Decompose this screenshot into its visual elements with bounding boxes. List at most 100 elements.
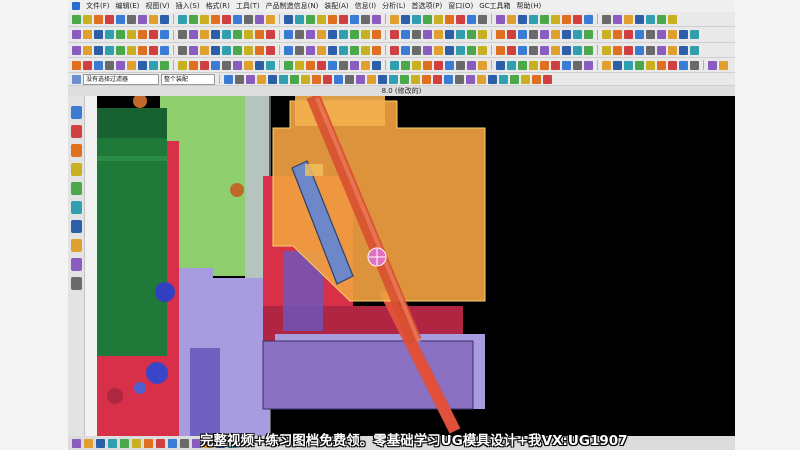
- cad-tool-icon[interactable]: [562, 45, 571, 55]
- cad-tool-icon[interactable]: [306, 14, 315, 24]
- cad-tool-icon[interactable]: [602, 60, 611, 70]
- cad-tool-icon[interactable]: [312, 74, 321, 84]
- cad-tool-icon[interactable]: [657, 14, 666, 24]
- menu-assemblies[interactable]: 装配(A): [324, 1, 348, 11]
- cad-tool-icon[interactable]: [105, 14, 114, 24]
- cad-tool-icon[interactable]: [178, 14, 187, 24]
- cad-tool-icon[interactable]: [160, 45, 169, 55]
- cad-tool-icon[interactable]: [562, 14, 571, 24]
- cad-tool-icon[interactable]: [350, 60, 359, 70]
- cad-tool-icon[interactable]: [532, 74, 541, 84]
- cad-tool-icon[interactable]: [328, 14, 337, 24]
- cad-tool-icon[interactable]: [602, 14, 611, 24]
- cad-tool-icon[interactable]: [478, 14, 487, 24]
- cad-tool-icon[interactable]: [222, 45, 231, 55]
- cad-tool-icon[interactable]: [290, 74, 299, 84]
- cad-tool-icon[interactable]: [105, 30, 114, 39]
- cad-tool-icon[interactable]: [540, 45, 549, 55]
- cad-tool-icon[interactable]: [477, 74, 486, 84]
- cad-tool-icon[interactable]: [529, 30, 538, 39]
- cad-tool-icon[interactable]: [284, 30, 293, 39]
- cad-tool-icon[interactable]: [233, 14, 242, 24]
- cad-tool-icon[interactable]: [422, 74, 431, 84]
- cad-tool-icon[interactable]: [456, 14, 465, 24]
- cad-tool-icon[interactable]: [518, 45, 527, 55]
- cad-tool-icon[interactable]: [339, 45, 348, 55]
- cad-tool-icon[interactable]: [679, 30, 688, 39]
- cad-tool-icon[interactable]: [401, 45, 410, 55]
- cad-tool-icon[interactable]: [301, 74, 310, 84]
- cad-tool-icon[interactable]: [573, 60, 582, 70]
- cad-tool-icon[interactable]: [573, 14, 582, 24]
- cad-tool-icon[interactable]: [284, 14, 293, 24]
- cad-tool-icon[interactable]: [412, 30, 421, 39]
- cad-tool-icon[interactable]: [540, 30, 549, 39]
- cad-tool-icon[interactable]: [189, 14, 198, 24]
- cad-tool-icon[interactable]: [235, 74, 244, 84]
- cad-tool-icon[interactable]: [149, 14, 158, 24]
- cad-tool-icon[interactable]: [401, 30, 410, 39]
- cad-tool-icon[interactable]: [467, 14, 476, 24]
- cad-tool-icon[interactable]: [200, 14, 209, 24]
- cad-tool-icon[interactable]: [456, 30, 465, 39]
- cad-tool-icon[interactable]: [496, 60, 505, 70]
- cad-tool-icon[interactable]: [624, 45, 633, 55]
- cad-tool-icon[interactable]: [529, 60, 538, 70]
- cad-tool-icon[interactable]: [613, 60, 622, 70]
- cad-tool-icon[interactable]: [445, 45, 454, 55]
- cad-tool-icon[interactable]: [540, 14, 549, 24]
- cad-tool-icon[interactable]: [295, 45, 304, 55]
- cad-tool-icon[interactable]: [317, 60, 326, 70]
- cad-tool-icon[interactable]: [279, 74, 288, 84]
- cad-tool-icon[interactable]: [83, 30, 92, 39]
- cad-tool-icon[interactable]: [624, 14, 633, 24]
- cad-tool-icon[interactable]: [562, 30, 571, 39]
- cad-tool-icon[interactable]: [456, 45, 465, 55]
- cad-tool-icon[interactable]: [445, 60, 454, 70]
- cad-tool-icon[interactable]: [690, 45, 699, 55]
- cad-tool-icon[interactable]: [499, 74, 508, 84]
- cad-tool-icon[interactable]: [244, 45, 253, 55]
- cad-tool-icon[interactable]: [378, 74, 387, 84]
- cad-tool-icon[interactable]: [412, 14, 421, 24]
- history-icon[interactable]: [70, 182, 82, 195]
- cad-tool-icon[interactable]: [255, 45, 264, 55]
- cad-tool-icon[interactable]: [200, 60, 209, 70]
- cad-tool-icon[interactable]: [679, 60, 688, 70]
- cad-tool-icon[interactable]: [108, 438, 117, 448]
- cad-tool-icon[interactable]: [96, 438, 105, 448]
- menu-view[interactable]: 视图(V): [145, 1, 169, 11]
- cad-tool-icon[interactable]: [613, 45, 622, 55]
- cad-tool-icon[interactable]: [507, 14, 516, 24]
- menu-preferences[interactable]: 首选项(P): [412, 1, 443, 11]
- cad-tool-icon[interactable]: [401, 14, 410, 24]
- menu-gc-toolkit[interactable]: GC工具箱: [479, 1, 510, 11]
- cad-tool-icon[interactable]: [160, 30, 169, 39]
- cad-tool-icon[interactable]: [613, 30, 622, 39]
- cad-tool-icon[interactable]: [361, 45, 370, 55]
- cad-tool-icon[interactable]: [72, 30, 81, 39]
- cad-tool-icon[interactable]: [488, 74, 497, 84]
- cad-tool-icon[interactable]: [400, 74, 409, 84]
- cad-tool-icon[interactable]: [423, 60, 432, 70]
- cad-tool-icon[interactable]: [412, 45, 421, 55]
- cad-tool-icon[interactable]: [266, 30, 275, 39]
- cad-tool-icon[interactable]: [222, 14, 231, 24]
- cad-tool-icon[interactable]: [455, 74, 464, 84]
- cad-tool-icon[interactable]: [306, 60, 315, 70]
- menu-window[interactable]: 窗口(O): [448, 1, 473, 11]
- cad-tool-icon[interactable]: [244, 60, 253, 70]
- cad-tool-icon[interactable]: [317, 30, 326, 39]
- cad-tool-icon[interactable]: [83, 45, 92, 55]
- cad-tool-icon[interactable]: [708, 60, 717, 70]
- cad-tool-icon[interactable]: [467, 60, 476, 70]
- cad-tool-icon[interactable]: [105, 45, 114, 55]
- cad-tool-icon[interactable]: [401, 60, 410, 70]
- cad-tool-icon[interactable]: [478, 30, 487, 39]
- cad-tool-icon[interactable]: [657, 60, 666, 70]
- graphics-viewport[interactable]: [85, 96, 735, 436]
- cad-tool-icon[interactable]: [149, 30, 158, 39]
- cad-tool-icon[interactable]: [284, 45, 293, 55]
- cad-tool-icon[interactable]: [372, 60, 381, 70]
- cad-tool-icon[interactable]: [156, 438, 165, 448]
